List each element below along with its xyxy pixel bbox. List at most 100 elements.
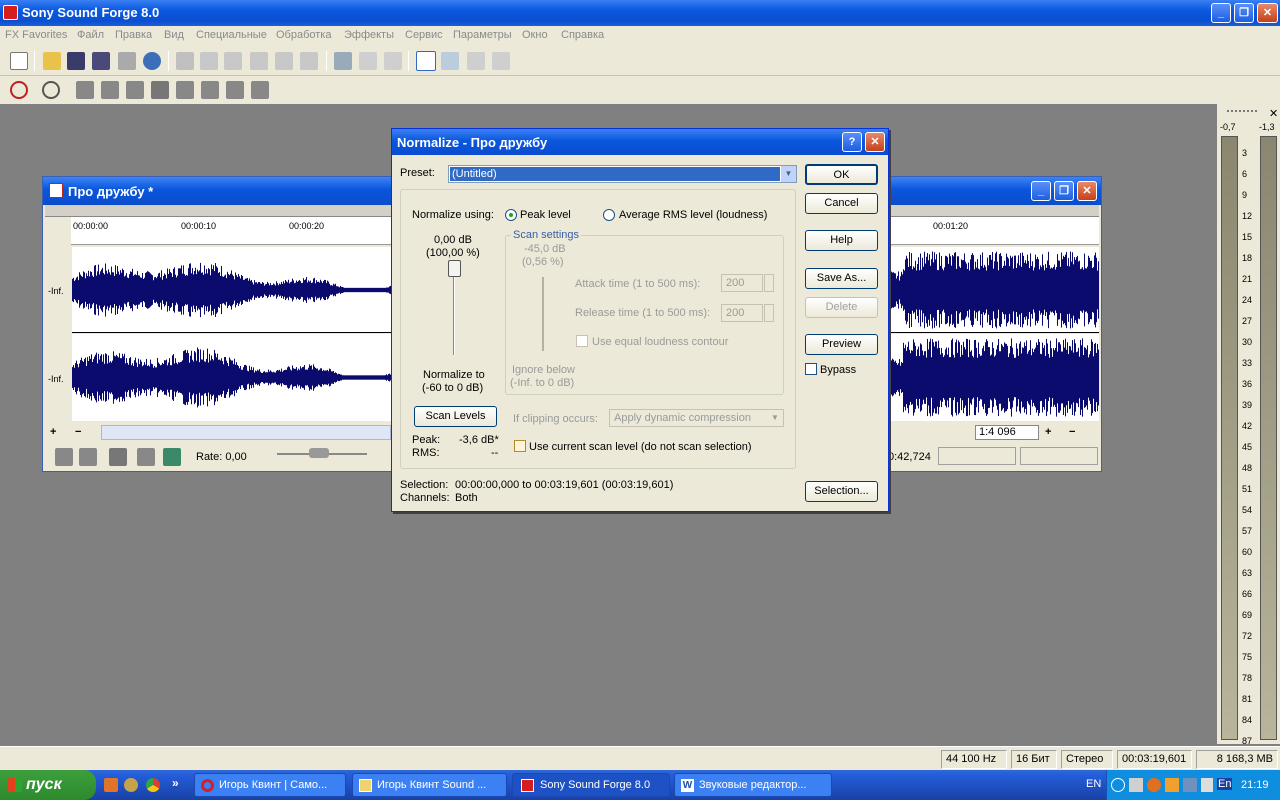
- rms-level-label[interactable]: Average RMS level (loudness): [619, 209, 767, 221]
- doc-close-button[interactable]: ✕: [1077, 181, 1097, 201]
- zoom-in-button[interactable]: +: [50, 426, 56, 438]
- mix-icon[interactable]: [250, 52, 268, 70]
- language-indicator[interactable]: EN: [1086, 778, 1101, 790]
- help-button[interactable]: Help: [805, 230, 878, 251]
- volume-icon[interactable]: [1201, 778, 1213, 792]
- stop-icon[interactable]: [151, 81, 169, 99]
- selection-button[interactable]: Selection...: [805, 481, 878, 502]
- loop-icon[interactable]: [42, 81, 60, 99]
- menu-window[interactable]: Окно: [522, 29, 548, 41]
- forward-icon[interactable]: [226, 81, 244, 99]
- keyboard-layout-indicator[interactable]: En: [1217, 778, 1233, 790]
- go-to-start-icon[interactable]: [55, 448, 73, 466]
- network-icon[interactable]: [1129, 778, 1143, 792]
- attack-spinner[interactable]: [764, 274, 774, 292]
- doc-minimize-button[interactable]: _: [1031, 181, 1051, 201]
- chrome-icon[interactable]: [146, 778, 160, 792]
- zoom-in-button-right[interactable]: +: [1045, 426, 1051, 438]
- play-all-icon[interactable]: [76, 81, 94, 99]
- zoom-ratio[interactable]: 1:4 096: [975, 425, 1039, 440]
- taskbar-item-sound-forge[interactable]: Sony Sound Forge 8.0: [512, 773, 670, 797]
- play-icon[interactable]: [137, 448, 155, 466]
- cut-icon[interactable]: [176, 52, 194, 70]
- use-current-scan-checkbox[interactable]: [514, 440, 526, 452]
- menu-fx-favorites[interactable]: FX Favorites: [5, 29, 67, 41]
- use-current-scan-label[interactable]: Use current scan level (do not scan sele…: [529, 441, 752, 453]
- dialog-close-button[interactable]: ✕: [865, 132, 885, 152]
- restore-button[interactable]: ❐: [1234, 3, 1254, 23]
- release-spinner[interactable]: [764, 304, 774, 322]
- menu-special[interactable]: Специальные: [196, 29, 267, 41]
- open-icon[interactable]: [43, 52, 61, 70]
- doc-maximize-button[interactable]: ❐: [1054, 181, 1074, 201]
- menu-options[interactable]: Параметры: [453, 29, 512, 41]
- go-to-start-icon[interactable]: [176, 81, 194, 99]
- rewind-icon[interactable]: [201, 81, 219, 99]
- paste-icon[interactable]: [224, 52, 242, 70]
- pencil-tool-icon[interactable]: [467, 52, 485, 70]
- taskbar-item-paint[interactable]: Игорь Квинт Sound ...: [352, 773, 507, 797]
- minimize-button[interactable]: _: [1211, 3, 1231, 23]
- clipping-chevron-down-icon[interactable]: ▼: [767, 410, 783, 426]
- quick-launch-icon[interactable]: [124, 778, 138, 792]
- record-icon[interactable]: [10, 81, 28, 99]
- meters-grip[interactable]: [1227, 110, 1257, 113]
- rate-slider-thumb[interactable]: [309, 448, 329, 458]
- menu-view[interactable]: Вид: [164, 29, 184, 41]
- edit-tool-icon[interactable]: [416, 51, 436, 71]
- tray-app-icon[interactable]: [1147, 778, 1161, 792]
- new-icon[interactable]: [10, 52, 28, 70]
- stop-icon[interactable]: [109, 448, 127, 466]
- play-icon[interactable]: [101, 81, 119, 99]
- save-as-button[interactable]: Save As...: [805, 268, 878, 289]
- equal-loudness-label[interactable]: Use equal loudness contour: [592, 336, 728, 348]
- save-icon[interactable]: [67, 52, 85, 70]
- start-button[interactable]: пуск: [0, 770, 96, 800]
- menu-file[interactable]: Файл: [77, 29, 104, 41]
- taskbar-item-opera[interactable]: Игорь Квинт | Само...: [194, 773, 346, 797]
- pause-icon[interactable]: [126, 81, 144, 99]
- quick-launch-icon[interactable]: [104, 778, 118, 792]
- rms-level-radio[interactable]: [603, 209, 615, 221]
- dialog-help-button[interactable]: ?: [842, 132, 862, 152]
- tray-app-icon[interactable]: [1183, 778, 1197, 792]
- tray-app-icon[interactable]: [1165, 778, 1179, 792]
- zoom-out-button[interactable]: −: [75, 426, 81, 438]
- magnify-tool-icon[interactable]: [441, 52, 459, 70]
- redo-icon[interactable]: [359, 52, 377, 70]
- attack-time-input[interactable]: 200: [721, 274, 763, 292]
- copy-icon[interactable]: [200, 52, 218, 70]
- show-hidden-icon[interactable]: [1111, 778, 1125, 792]
- taskbar-item-word[interactable]: W Звуковые редактор...: [674, 773, 832, 797]
- menu-effects[interactable]: Эффекты: [344, 29, 394, 41]
- peak-level-radio[interactable]: [505, 209, 517, 221]
- properties-icon[interactable]: [143, 52, 161, 70]
- go-to-end-icon[interactable]: [251, 81, 269, 99]
- scan-levels-button[interactable]: Scan Levels: [414, 406, 497, 427]
- menu-edit[interactable]: Правка: [115, 29, 152, 41]
- release-time-input[interactable]: 200: [721, 304, 763, 322]
- peak-level-label[interactable]: Peak level: [520, 209, 571, 221]
- close-button[interactable]: ✕: [1257, 3, 1278, 23]
- chevron-down-icon[interactable]: ▼: [781, 166, 796, 182]
- envelope-tool-icon[interactable]: [492, 52, 510, 70]
- preview-button[interactable]: Preview: [805, 334, 878, 355]
- taskbar-chevron-icon[interactable]: »: [172, 776, 179, 790]
- trim-icon[interactable]: [300, 52, 318, 70]
- normalize-slider-thumb[interactable]: [448, 260, 461, 277]
- menu-process[interactable]: Обработка: [276, 29, 331, 41]
- go-to-end-icon[interactable]: [79, 448, 97, 466]
- clipping-select[interactable]: Apply dynamic compression: [609, 409, 784, 427]
- cancel-button[interactable]: Cancel: [805, 193, 878, 214]
- render-icon[interactable]: [118, 52, 136, 70]
- bypass-label[interactable]: Bypass: [820, 364, 856, 376]
- save-as-icon[interactable]: [92, 52, 110, 70]
- preset-combobox[interactable]: (Untitled) ▼: [448, 165, 797, 183]
- equal-loudness-checkbox[interactable]: [576, 335, 588, 347]
- repeat-icon[interactable]: [384, 52, 402, 70]
- undo-icon[interactable]: [334, 52, 352, 70]
- paste-special-icon[interactable]: [275, 52, 293, 70]
- menu-tools[interactable]: Сервис: [405, 29, 443, 41]
- ok-button[interactable]: OK: [805, 164, 878, 185]
- horizontal-scrollbar[interactable]: [101, 425, 391, 440]
